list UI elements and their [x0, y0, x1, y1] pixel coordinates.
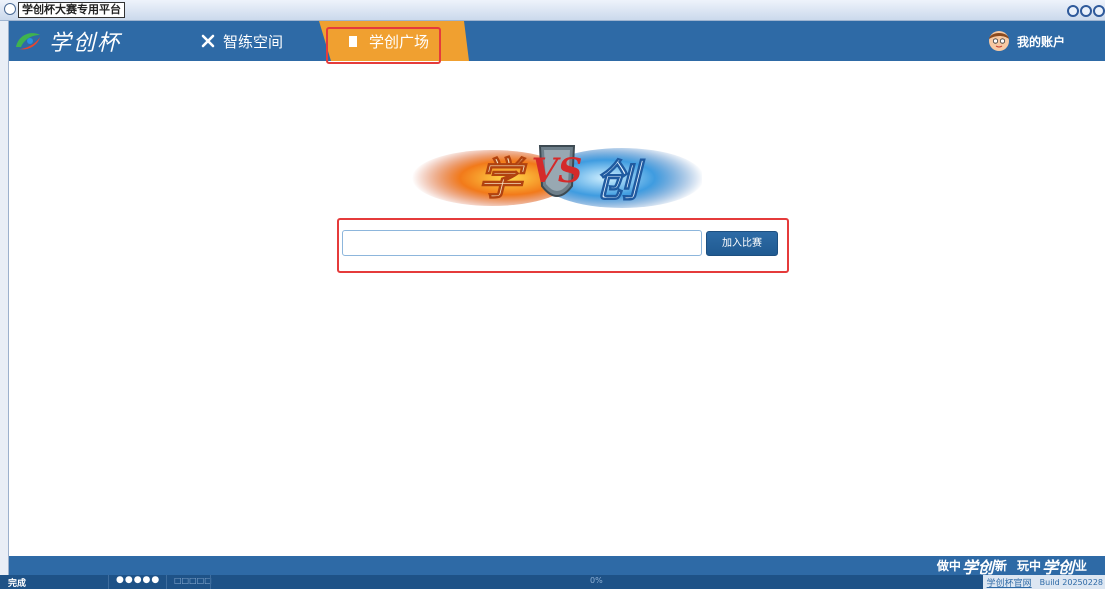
status-text: 完成	[8, 579, 27, 589]
official-site-link[interactable]: 学创杯官网	[987, 576, 1032, 589]
slogan-suffix: 新	[994, 559, 1007, 573]
account-menu[interactable]: 我的账户	[985, 27, 1065, 55]
logo-mark-icon	[16, 33, 40, 50]
svg-text:VS: VS	[532, 151, 583, 191]
build-version: Build 20250228	[1039, 577, 1103, 587]
progress-text: 0%	[590, 576, 603, 585]
window-left-frame	[0, 21, 9, 589]
slogan-mark: 学创	[961, 557, 994, 577]
nav-item-xuechuang-square[interactable]: 学创广场	[319, 21, 469, 61]
competition-code-input[interactable]	[342, 230, 702, 256]
maximize-icon[interactable]	[1080, 5, 1092, 17]
secondary-indicator: □□□□□	[174, 576, 212, 585]
top-navbar: 学创杯 智练空间 学创广场 我的账户	[9, 21, 1105, 61]
tools-icon	[201, 34, 215, 48]
footer-bar: 做中 学创 新 玩中 学创 业	[9, 556, 1105, 577]
svg-text:创: 创	[595, 156, 646, 207]
window-title: 学创杯大赛专用平台	[18, 2, 125, 18]
footer-slogan: 做中 学创 新 玩中 学创 业	[936, 556, 1087, 577]
window-titlebar: 学创杯大赛专用平台	[0, 0, 1105, 21]
nav-item-label: 学创广场	[369, 32, 430, 51]
minimize-icon[interactable]	[1067, 5, 1079, 17]
app-icon	[4, 3, 16, 15]
status-right: 学创杯官网 Build 20250228	[982, 575, 1105, 589]
nav-item-training-space[interactable]: 智练空间	[201, 21, 283, 61]
window-controls	[1066, 2, 1105, 17]
svg-text:学: 学	[478, 154, 528, 205]
xue-vs-chuang-logo: VS 学 创	[412, 145, 702, 208]
status-bar: 完成 ●●●●● □□□□□ 0% 学创杯官网 Build 20250228	[0, 575, 1105, 589]
logo-text: 学创杯	[49, 31, 122, 56]
slogan-mark: 学创	[1041, 557, 1074, 577]
nav-item-label: 智练空间	[223, 32, 284, 51]
slogan-prefix: 玩中	[1016, 559, 1041, 573]
close-icon[interactable]	[1093, 5, 1105, 17]
slogan-suffix: 业	[1074, 559, 1087, 573]
join-competition-button[interactable]: 加入比赛	[706, 231, 778, 256]
account-label: 我的账户	[1016, 34, 1065, 49]
document-icon	[349, 35, 357, 47]
brand-logo[interactable]: 学创杯	[13, 27, 122, 56]
slogan-prefix: 做中	[936, 559, 961, 573]
signal-indicator: ●●●●●	[116, 575, 161, 585]
avatar	[985, 28, 1012, 54]
